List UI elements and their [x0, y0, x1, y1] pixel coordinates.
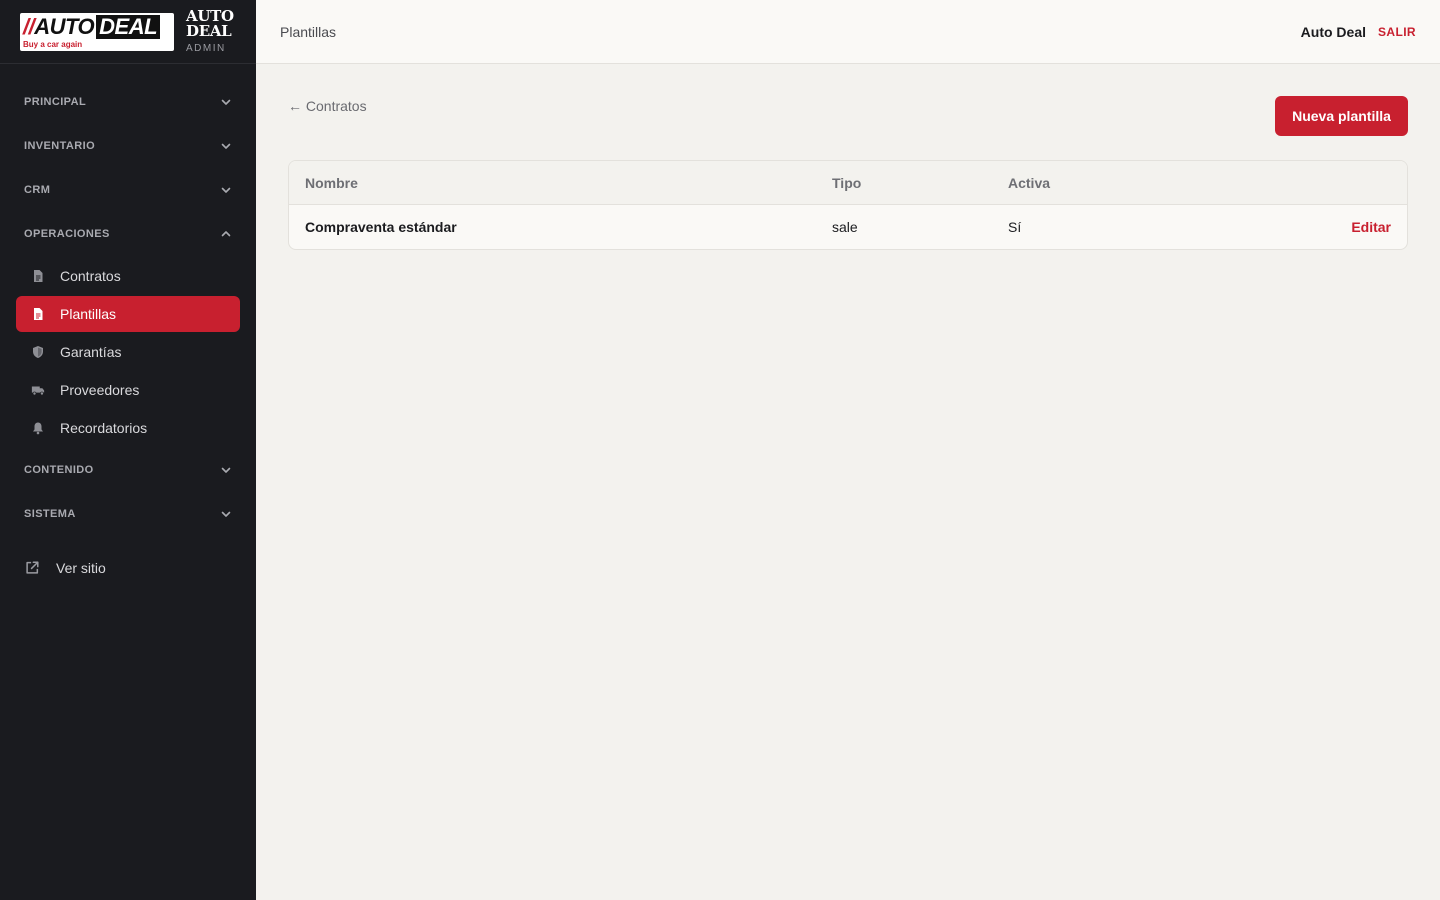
nav-group-operaciones[interactable]: OPERACIONES — [12, 212, 244, 256]
shield-icon — [30, 344, 46, 360]
document-icon — [30, 268, 46, 284]
sidebar-item-label: Garantías — [60, 344, 122, 360]
column-header-nombre: Nombre — [305, 174, 358, 191]
brand-subtitle: ADMIN — [186, 43, 226, 54]
nav-group-label: INVENTARIO — [24, 140, 96, 152]
operaciones-items: Contratos Plantillas Garantías Proveedor… — [12, 258, 244, 446]
cell-nombre: Compraventa estándar — [305, 219, 457, 235]
nav-group-label: SISTEMA — [24, 508, 76, 520]
ver-sitio-link[interactable]: Ver sitio — [12, 550, 244, 586]
logo-auto: AUTO — [34, 13, 95, 39]
sidebar-item-label: Proveedores — [60, 382, 140, 398]
bell-icon — [30, 420, 46, 436]
back-to-contratos-link[interactable]: ← Contratos — [288, 98, 367, 114]
nav-group-label: CONTENIDO — [24, 464, 94, 476]
column-header-tipo: Tipo — [832, 174, 862, 191]
table-header: Nombre Tipo Activa — [289, 161, 1407, 205]
cell-tipo: sale — [832, 219, 858, 235]
chevron-down-icon — [220, 96, 232, 108]
table-row: Compraventa estándar sale Sí Editar — [289, 205, 1407, 249]
user-name: Auto Deal — [1300, 23, 1366, 40]
chevron-up-icon — [220, 228, 232, 240]
nav-group-label: OPERACIONES — [24, 228, 110, 240]
chevron-down-icon — [220, 508, 232, 520]
nav-group-contenido[interactable]: CONTENIDO — [12, 448, 244, 492]
edit-link[interactable]: Editar — [1311, 219, 1391, 235]
logo-tagline: Buy a car again — [23, 39, 83, 49]
ver-sitio-label: Ver sitio — [56, 560, 106, 576]
external-link-icon — [24, 559, 42, 577]
sidebar-item-label: Contratos — [60, 268, 121, 284]
logo-deal: DEAL — [96, 14, 161, 39]
sidebar-item-contratos[interactable]: Contratos — [16, 258, 240, 294]
main-content: ← Contratos Nueva plantilla Nombre Tipo … — [256, 64, 1440, 900]
logo-slashes: // — [23, 13, 35, 39]
nav-group-label: CRM — [24, 184, 51, 196]
sidebar-item-recordatorios[interactable]: Recordatorios — [16, 410, 240, 446]
sidebar-item-plantillas[interactable]: Plantillas — [16, 296, 240, 332]
chevron-down-icon — [220, 140, 232, 152]
nav-group-inventario[interactable]: INVENTARIO — [12, 124, 244, 168]
chevron-down-icon — [220, 464, 232, 476]
sidebar-item-garantias[interactable]: Garantías — [16, 334, 240, 370]
sidebar-item-label: Plantillas — [60, 306, 117, 322]
nav-group-crm[interactable]: CRM — [12, 168, 244, 212]
sidebar-nav: PRINCIPAL INVENTARIO CRM OPERACIONES Con… — [0, 64, 256, 586]
page-title: Plantillas — [280, 23, 337, 40]
truck-icon — [30, 382, 46, 398]
sidebar-item-proveedores[interactable]: Proveedores — [16, 372, 240, 408]
templates-table: Nombre Tipo Activa Compraventa estándar … — [288, 160, 1408, 250]
brand-name: AUTO DEAL — [186, 7, 234, 40]
nav-group-sistema[interactable]: SISTEMA — [12, 492, 244, 536]
logout-button[interactable]: SALIR — [1378, 25, 1416, 39]
sidebar-item-label: Recordatorios — [60, 420, 148, 436]
chevron-down-icon — [220, 184, 232, 196]
nav-group-principal[interactable]: PRINCIPAL — [12, 80, 244, 124]
new-template-button[interactable]: Nueva plantilla — [1275, 96, 1408, 136]
top-header: Plantillas Auto Deal SALIR — [256, 0, 1440, 64]
autodeal-logo: //AUTO DEAL Buy a car again — [20, 12, 174, 51]
brand[interactable]: //AUTO DEAL Buy a car again AUTO DEAL ADM… — [0, 0, 256, 64]
column-header-activa: Activa — [1008, 174, 1051, 191]
nav-group-label: PRINCIPAL — [24, 96, 87, 108]
cell-activa: Sí — [1008, 219, 1022, 235]
file-icon — [30, 306, 46, 322]
sidebar: //AUTO DEAL Buy a car again AUTO DEAL ADM… — [0, 0, 256, 900]
